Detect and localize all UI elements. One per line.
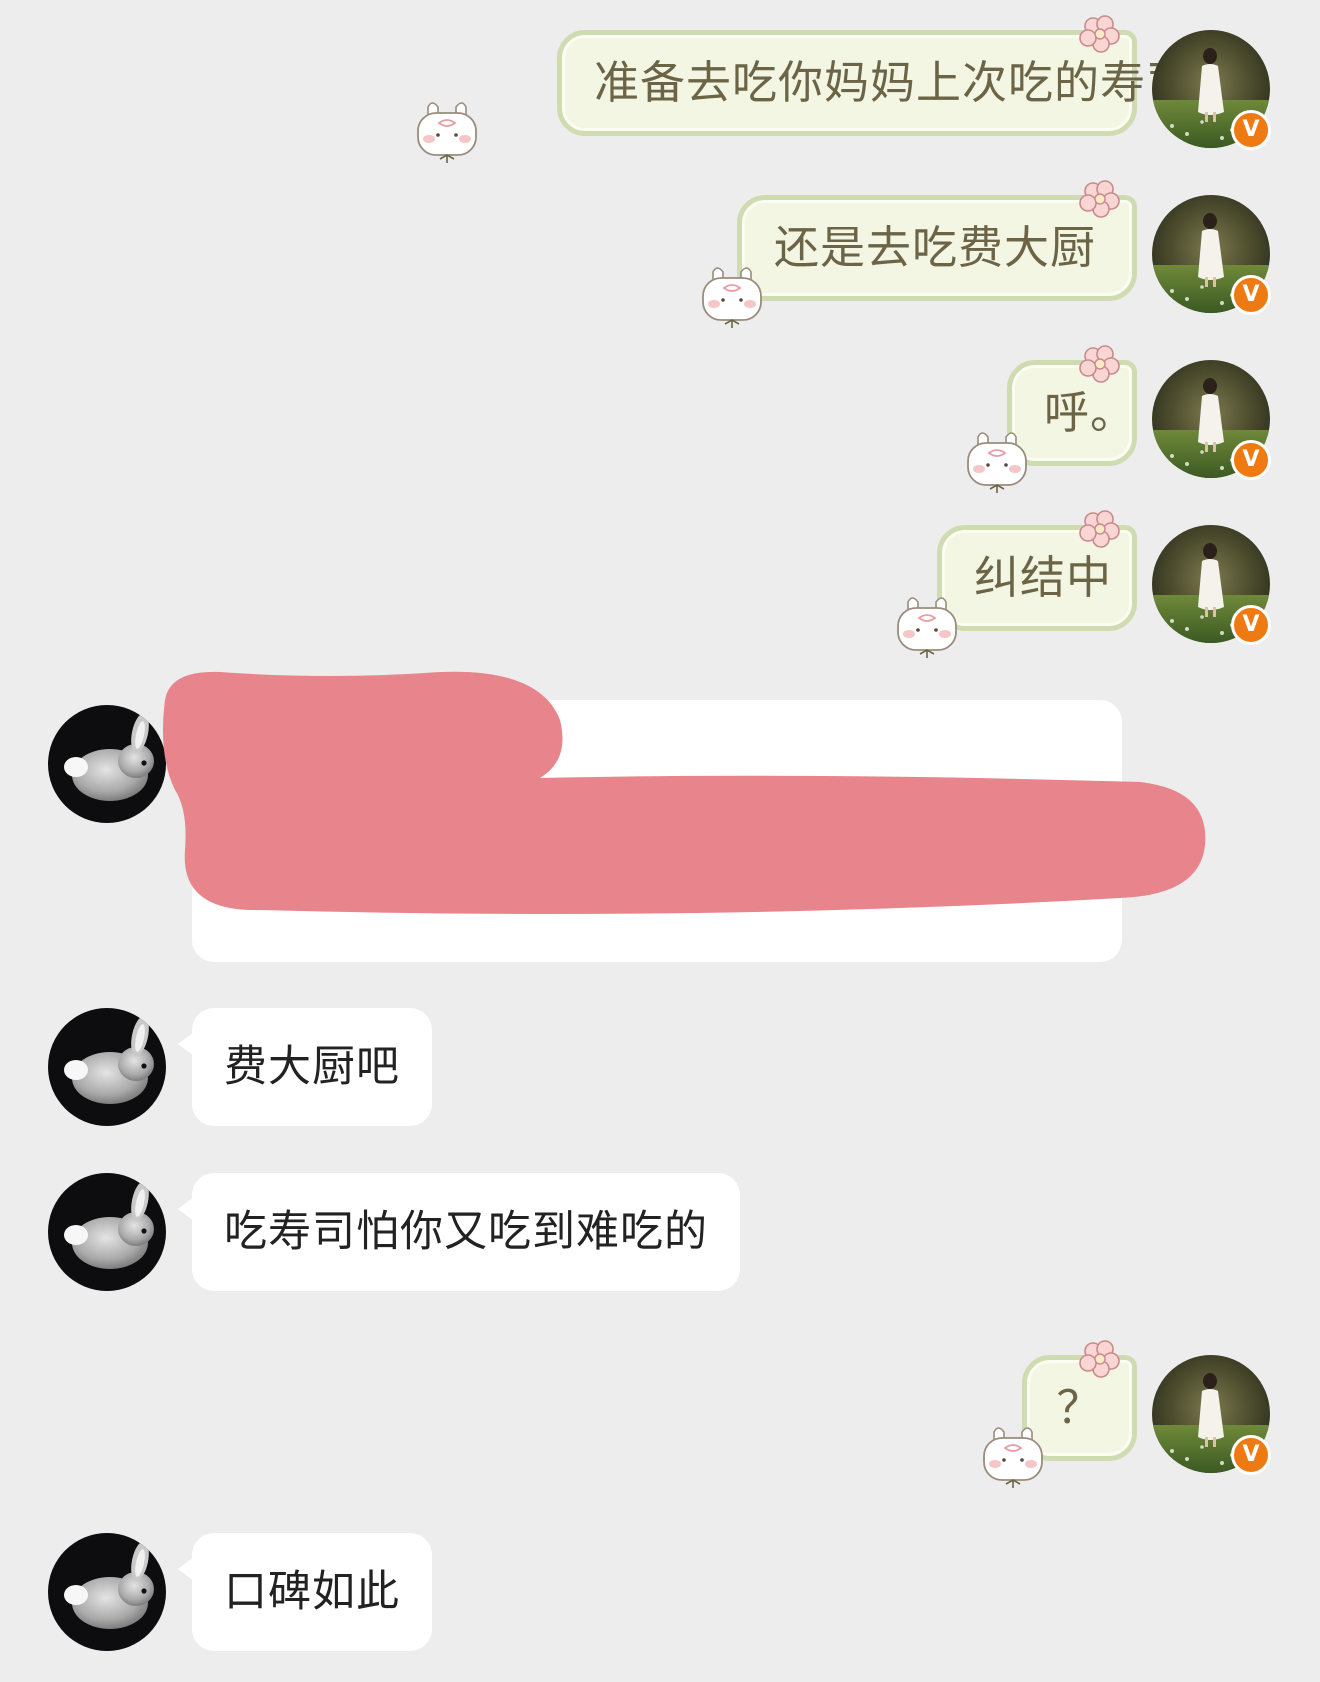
redaction-scribble — [162, 671, 1206, 914]
message-row-out: 呼。 V — [0, 330, 1320, 495]
message-text: ？ — [1056, 1381, 1103, 1434]
bubble-tail — [178, 1557, 194, 1581]
bunny-sticker-icon — [892, 592, 962, 662]
bunny-sticker-icon — [412, 97, 482, 167]
bunny-sticker-icon — [978, 1422, 1048, 1492]
flower-icon — [1075, 1339, 1121, 1381]
message-row-in — [0, 660, 1320, 970]
message-text: 还是去吃费大厨 — [774, 221, 1097, 274]
verified-badge: V — [1231, 440, 1271, 480]
verified-badge: V — [1231, 275, 1271, 315]
avatar[interactable] — [48, 1008, 166, 1126]
message-text: 费大厨吧 — [224, 1042, 400, 1092]
verified-badge: V — [1231, 605, 1271, 645]
message-row-out: 准备去吃你妈妈上次吃的寿司 V — [0, 0, 1320, 165]
bunny-sticker-icon — [962, 427, 1032, 497]
message-text: 准备去吃你妈妈上次吃的寿司 — [594, 56, 1193, 109]
message-text: 口碑如此 — [224, 1567, 400, 1617]
message-text: 纠结中 — [974, 551, 1113, 604]
avatar[interactable] — [48, 1173, 166, 1291]
bubble-tail — [178, 1032, 194, 1056]
message-bubble-out[interactable]: 准备去吃你妈妈上次吃的寿司 — [557, 30, 1191, 136]
message-text: 吃寿司怕你又吃到难吃的 — [224, 1207, 708, 1257]
message-bubble-in[interactable]: 费大厨吧 — [178, 1008, 432, 1126]
message-row-out: 纠结中 V — [0, 495, 1320, 660]
message-row-in: 吃寿司怕你又吃到难吃的 — [0, 1150, 1320, 1315]
flower-icon — [1075, 14, 1121, 56]
message-row-out: ？ V — [0, 1325, 1320, 1490]
message-bubble-in[interactable]: 口碑如此 — [178, 1533, 432, 1651]
avatar[interactable] — [48, 1533, 166, 1651]
verified-badge: V — [1231, 110, 1271, 150]
flower-icon — [1075, 344, 1121, 386]
flower-icon — [1075, 509, 1121, 551]
bunny-sticker-icon — [697, 262, 767, 332]
verified-badge: V — [1231, 1435, 1271, 1475]
message-row-in: 口碑如此 — [0, 1510, 1320, 1675]
message-bubble-in[interactable]: 吃寿司怕你又吃到难吃的 — [178, 1173, 740, 1291]
bubble-tail — [178, 1197, 194, 1221]
flower-icon — [1075, 179, 1121, 221]
message-row-in: 费大厨吧 — [0, 985, 1320, 1150]
message-row-out: 还是去吃费大厨 V — [0, 165, 1320, 330]
message-text: 呼。 — [1044, 386, 1137, 439]
